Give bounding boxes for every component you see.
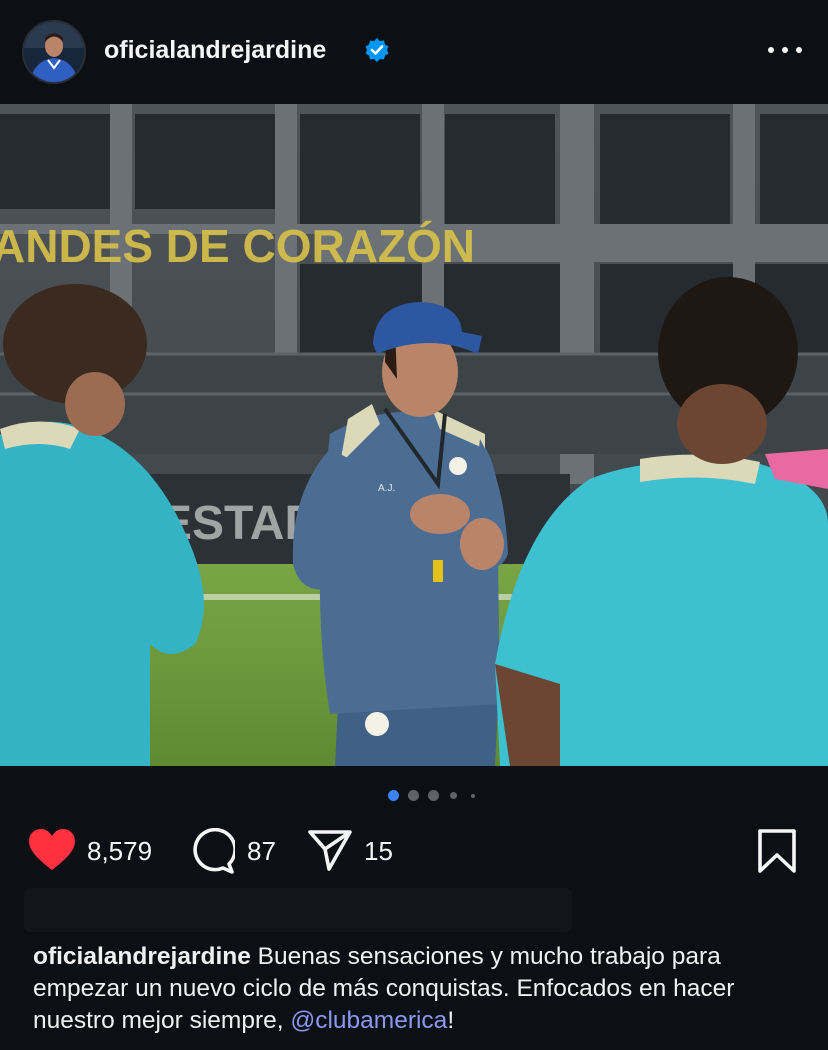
comment-count[interactable]: 87 [247, 836, 276, 867]
bookmark-save-icon[interactable] [756, 828, 798, 874]
post-header: oficialandrejardine [0, 0, 828, 104]
avatar-image [24, 22, 84, 82]
post-photo[interactable]: ANDES DE CORAZÓN ESTADIO A.J. [0, 104, 828, 766]
post-username[interactable]: oficialandrejardine [104, 36, 326, 65]
faint-overlay-bar [24, 888, 572, 932]
caption-mention-link[interactable]: @clubamerica [290, 1007, 447, 1034]
more-options-icon[interactable] [765, 40, 805, 60]
like-heart-icon[interactable] [28, 828, 76, 872]
caption-end: ! [447, 1007, 455, 1034]
caption-username[interactable]: oficialandrejardine [33, 943, 251, 970]
share-paper-plane-icon[interactable] [307, 828, 353, 872]
comment-icon[interactable] [189, 828, 235, 874]
verified-badge-icon [365, 38, 389, 62]
shirt-initials: A.J. [378, 483, 395, 494]
carousel-dot [428, 790, 439, 801]
share-count[interactable]: 15 [364, 836, 393, 867]
profile-avatar[interactable] [22, 20, 86, 84]
carousel-dot-active [388, 790, 399, 801]
carousel-dot [471, 794, 475, 798]
carousel-dot [408, 790, 419, 801]
training-photo: ANDES DE CORAZÓN ESTADIO A.J. [0, 104, 828, 766]
carousel-indicator [0, 788, 828, 804]
carousel-dot [450, 792, 457, 799]
like-count[interactable]: 8,579 [87, 836, 152, 867]
stadium-banner-text: ANDES DE CORAZÓN [0, 220, 475, 272]
post-caption: oficialandrejardine Buenas sensaciones y… [33, 941, 808, 1037]
